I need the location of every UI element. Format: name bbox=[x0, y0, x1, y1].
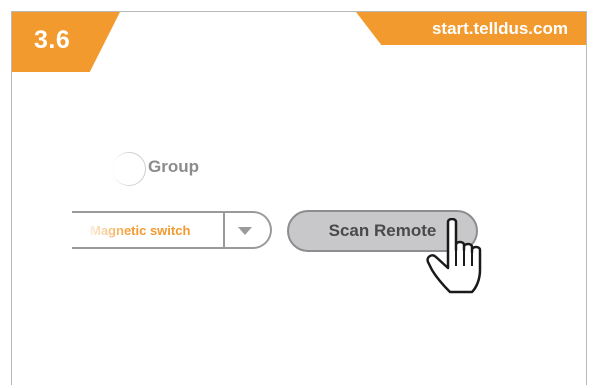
step-number: 3.6 bbox=[34, 26, 71, 54]
scan-remote-label: Scan Remote bbox=[328, 221, 437, 240]
device-type-select[interactable]: Magnetic switch bbox=[72, 211, 272, 249]
dropdown-divider bbox=[223, 213, 225, 247]
left-fade bbox=[102, 148, 132, 190]
dropdown-fade bbox=[72, 213, 132, 247]
url-label: start.telldus.com bbox=[431, 19, 568, 38]
chevron-down-icon[interactable] bbox=[238, 227, 252, 235]
tutorial-frame: 3.6 start.telldus.com Group Magnetic swi… bbox=[11, 11, 587, 385]
hand-pointer-icon bbox=[426, 218, 482, 294]
group-label: Group bbox=[148, 157, 199, 176]
